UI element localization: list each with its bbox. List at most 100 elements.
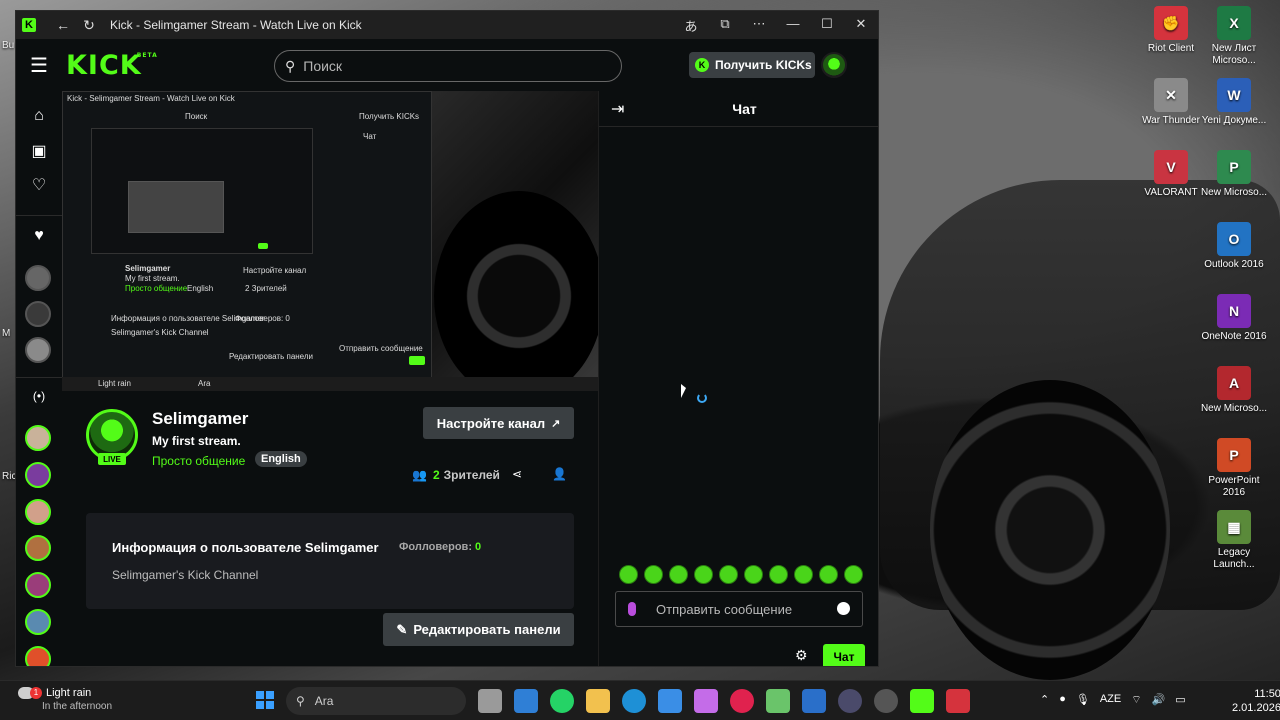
- followed-channel-avatar[interactable]: [25, 265, 51, 291]
- taskbar-search-placeholder: Ara: [314, 694, 334, 708]
- live-channel-avatar[interactable]: [25, 609, 51, 635]
- emote-icon[interactable]: [744, 565, 763, 584]
- followed-channel-avatar[interactable]: [25, 337, 51, 363]
- emote-icon[interactable]: [669, 565, 688, 584]
- browse-icon[interactable]: ▣: [29, 141, 49, 161]
- mini-chat-button: [409, 356, 425, 365]
- desktop-icon-powerpoint-new[interactable]: P New Microso...: [1200, 150, 1268, 199]
- user-avatar[interactable]: [821, 52, 847, 78]
- desktop-icon-stub[interactable]: Bu: [2, 40, 14, 51]
- kick-logo[interactable]: KICK BETA: [66, 50, 157, 81]
- desktop-icon-outlook[interactable]: O Outlook 2016: [1200, 222, 1268, 271]
- weather-widget[interactable]: 1 Light rain In the afternoon: [18, 687, 112, 712]
- search-bar[interactable]: ⚲: [274, 50, 622, 82]
- steam-icon[interactable]: [874, 689, 898, 713]
- app-icon[interactable]: [766, 689, 790, 713]
- emote-icon[interactable]: [619, 565, 638, 584]
- live-channel-avatar[interactable]: [25, 572, 51, 598]
- todo-icon[interactable]: [658, 689, 682, 713]
- live-channel-avatar[interactable]: [25, 462, 51, 488]
- emote-icon[interactable]: [694, 565, 713, 584]
- collapse-chat-icon[interactable]: ⇥: [611, 99, 624, 119]
- media-player-icon[interactable]: [730, 689, 754, 713]
- chat-settings-gear-icon[interactable]: ⚙: [795, 647, 808, 664]
- whatsapp-icon[interactable]: [550, 689, 574, 713]
- channel-name[interactable]: Selimgamer: [152, 409, 248, 429]
- followed-channel-avatar[interactable]: [25, 301, 51, 327]
- menu-icon[interactable]: ☰: [30, 53, 54, 78]
- setup-channel-button[interactable]: Настройте канал ↗: [423, 407, 574, 439]
- chat-send-button[interactable]: Чат: [823, 644, 865, 666]
- edge-icon[interactable]: [622, 689, 646, 713]
- favorites-heart-icon[interactable]: ♥: [29, 227, 49, 245]
- microphone-icon[interactable]: 🎙: [1076, 693, 1090, 707]
- volume-icon[interactable]: 🔊: [1152, 693, 1166, 707]
- live-channel-avatar[interactable]: [25, 646, 51, 666]
- copilot-icon[interactable]: [694, 689, 718, 713]
- emote-icon[interactable]: [769, 565, 788, 584]
- back-arrow-icon[interactable]: ←: [50, 17, 76, 33]
- desktop-icon-war-thunder[interactable]: ✕ War Thunder: [1137, 78, 1205, 127]
- language-tag[interactable]: English: [255, 451, 307, 467]
- share-icon[interactable]: ⋖: [512, 467, 522, 481]
- desktop-icon-valorant[interactable]: V VALORANT: [1137, 150, 1205, 199]
- emote-icon[interactable]: [844, 565, 863, 584]
- desktop-icon-word-new[interactable]: W Yeni Докуме...: [1200, 78, 1268, 127]
- search-input[interactable]: [303, 58, 604, 74]
- desktop-icon-riot-client[interactable]: ✊ Riot Client: [1137, 6, 1205, 55]
- minimize-icon[interactable]: —: [776, 16, 810, 35]
- vscode-icon[interactable]: [802, 689, 826, 713]
- more-icon[interactable]: ⋯: [742, 16, 776, 35]
- video-player[interactable]: Kick - Selimgamer Stream - Watch Live on…: [62, 91, 598, 391]
- mini-category: Просто общение: [125, 284, 188, 293]
- emote-icon[interactable]: [719, 565, 738, 584]
- desktop-icon-legacy-launcher[interactable]: ▦ Legacy Launch...: [1200, 510, 1268, 571]
- video-player-icon[interactable]: [838, 689, 862, 713]
- emote-icon[interactable]: [819, 565, 838, 584]
- desktop-icon-label: OneNote 2016: [1201, 331, 1267, 342]
- file-explorer-icon[interactable]: [586, 689, 610, 713]
- desktop-icon-powerpoint[interactable]: P PowerPoint 2016: [1200, 438, 1268, 499]
- translate-icon[interactable]: あ: [674, 16, 708, 35]
- emote-icon[interactable]: [644, 565, 663, 584]
- wifi-icon[interactable]: ⌔: [1131, 693, 1141, 707]
- app-install-icon[interactable]: ⧉: [708, 16, 742, 35]
- desktop-icon-excel-new[interactable]: X New Лист Microso...: [1200, 6, 1268, 67]
- desktop-icon-access-new[interactable]: A New Microso...: [1200, 366, 1268, 415]
- microphone-icon[interactable]: [628, 602, 636, 616]
- input-language[interactable]: AZE: [1100, 693, 1121, 707]
- emote-icon[interactable]: [794, 565, 813, 584]
- stream-category[interactable]: Просто общение: [152, 454, 245, 468]
- chat-input[interactable]: Отправить сообщение: [615, 591, 863, 627]
- home-icon[interactable]: ⌂: [29, 107, 49, 125]
- kick-app-icon[interactable]: [910, 689, 934, 713]
- live-channel-avatar[interactable]: [25, 499, 51, 525]
- desktop-icon-label: Yeni Докуме...: [1201, 115, 1267, 126]
- windows-start-icon[interactable]: [256, 691, 274, 709]
- reload-icon[interactable]: ↻: [76, 17, 102, 34]
- live-channel-avatar[interactable]: [25, 535, 51, 561]
- clock[interactable]: 11:50 2.01.2026: [1232, 687, 1280, 715]
- user-settings-icon[interactable]: 👤: [552, 467, 567, 481]
- tray-app-icon[interactable]: ●: [1059, 693, 1066, 707]
- emoji-icon[interactable]: [837, 602, 850, 615]
- powerpoint-new-icon: P: [1217, 150, 1251, 184]
- close-icon[interactable]: ✕: [844, 16, 878, 35]
- riot-client-icon: ✊: [1154, 6, 1188, 40]
- mini-followers: Фолловеров: 0: [235, 314, 290, 323]
- maximize-icon[interactable]: ☐: [810, 16, 844, 35]
- taskbar-search[interactable]: ⚲ Ara: [286, 687, 466, 715]
- external-link-icon: ↗: [551, 417, 561, 430]
- riot-client-icon[interactable]: [946, 689, 970, 713]
- store-icon[interactable]: [514, 689, 538, 713]
- get-kicks-button[interactable]: K Получить KICKs: [689, 52, 815, 78]
- live-channel-avatar[interactable]: [25, 425, 51, 451]
- desktop-icon-onenote[interactable]: N OneNote 2016: [1200, 294, 1268, 343]
- tray-chevron-icon[interactable]: ⌃: [1040, 693, 1049, 707]
- edit-panels-button[interactable]: ✎ Редактировать панели: [383, 613, 574, 646]
- battery-icon[interactable]: ▭: [1175, 693, 1185, 707]
- task-view-icon[interactable]: [478, 689, 502, 713]
- left-sidebar: ⌂ ▣ ♡ ♥ (•): [16, 91, 62, 666]
- following-heart-icon[interactable]: ♡: [29, 175, 49, 195]
- desktop-icon-stub[interactable]: M: [2, 328, 10, 339]
